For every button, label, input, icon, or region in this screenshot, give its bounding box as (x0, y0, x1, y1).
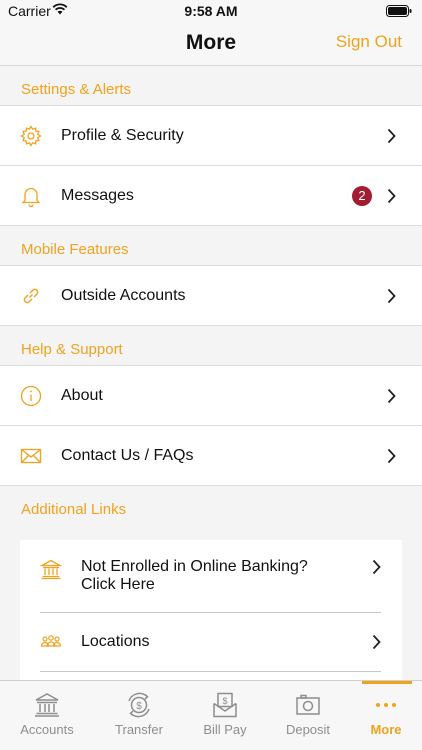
status-bar: Carrier 9:58 AM (0, 0, 422, 22)
section-header-mobile: Mobile Features (0, 226, 422, 266)
list-item[interactable] (40, 672, 381, 680)
tab-more[interactable]: More (344, 681, 422, 750)
tab-transfer[interactable]: $ Transfer (97, 681, 181, 750)
envelope-icon (20, 448, 42, 464)
chevron-right-icon (387, 388, 396, 404)
online-banking-enroll-row[interactable]: Not Enrolled in Online Banking? Click He… (40, 540, 381, 613)
transfer-icon: $ (128, 692, 150, 718)
messages-label: Messages (61, 187, 134, 204)
clock-time: 9:58 AM (184, 3, 238, 19)
sign-out-button[interactable]: Sign Out (336, 32, 402, 52)
gear-icon (20, 125, 42, 147)
nav-bar: More Sign Out (0, 22, 422, 66)
link-icon (23, 288, 39, 304)
tab-bar: Accounts $ Transfer $ Bill Pay Deposit M… (0, 680, 422, 750)
tab-accounts[interactable]: Accounts (5, 681, 89, 750)
about-row[interactable]: About (0, 366, 422, 426)
section-header-help: Help & Support (0, 326, 422, 366)
messages-row[interactable]: Messages 2 (0, 166, 422, 226)
tab-transfer-label: Transfer (115, 722, 163, 737)
section-header-links: Additional Links (0, 486, 422, 526)
bill-icon: $ (213, 692, 237, 718)
more-icon (376, 703, 396, 707)
battery-icon (386, 5, 412, 17)
chevron-right-icon (372, 634, 381, 650)
chevron-right-icon (387, 188, 396, 204)
camera-icon (296, 694, 320, 715)
locations-label: Locations (81, 633, 150, 650)
contact-faqs-label: Contact Us / FAQs (61, 447, 194, 464)
more-content[interactable]: Settings & Alerts Profile & Security Mes… (0, 66, 422, 680)
online-banking-enroll-label: Not Enrolled in Online Banking? Click He… (81, 558, 308, 593)
outside-accounts-row[interactable]: Outside Accounts (0, 266, 422, 326)
svg-text:$: $ (222, 696, 227, 706)
profile-security-label: Profile & Security (61, 127, 184, 144)
tab-more-label: More (370, 722, 402, 737)
about-label: About (61, 387, 103, 404)
outside-accounts-label: Outside Accounts (61, 287, 186, 304)
tab-bill-pay[interactable]: $ Bill Pay (183, 681, 267, 750)
additional-links-card: Not Enrolled in Online Banking? Click He… (20, 540, 402, 680)
unread-count-badge: 2 (352, 186, 372, 206)
bell-icon (21, 187, 41, 207)
section-header-settings: Settings & Alerts (0, 66, 422, 106)
contact-faqs-row[interactable]: Contact Us / FAQs (0, 426, 422, 486)
svg-text:$: $ (136, 701, 142, 712)
locations-row[interactable]: Locations (40, 613, 381, 672)
chevron-right-icon (387, 288, 396, 304)
chevron-right-icon (372, 559, 381, 575)
tab-bill-pay-label: Bill Pay (203, 722, 247, 737)
chevron-right-icon (387, 128, 396, 144)
tab-deposit[interactable]: Deposit (266, 681, 350, 750)
active-tab-indicator (362, 681, 412, 684)
tab-accounts-label: Accounts (20, 722, 74, 737)
people-icon (40, 635, 62, 647)
bank-icon (40, 559, 62, 580)
chevron-right-icon (387, 448, 396, 464)
bank-icon (35, 693, 59, 717)
profile-security-row[interactable]: Profile & Security (0, 106, 422, 166)
info-icon (20, 385, 42, 407)
tab-deposit-label: Deposit (285, 722, 331, 737)
